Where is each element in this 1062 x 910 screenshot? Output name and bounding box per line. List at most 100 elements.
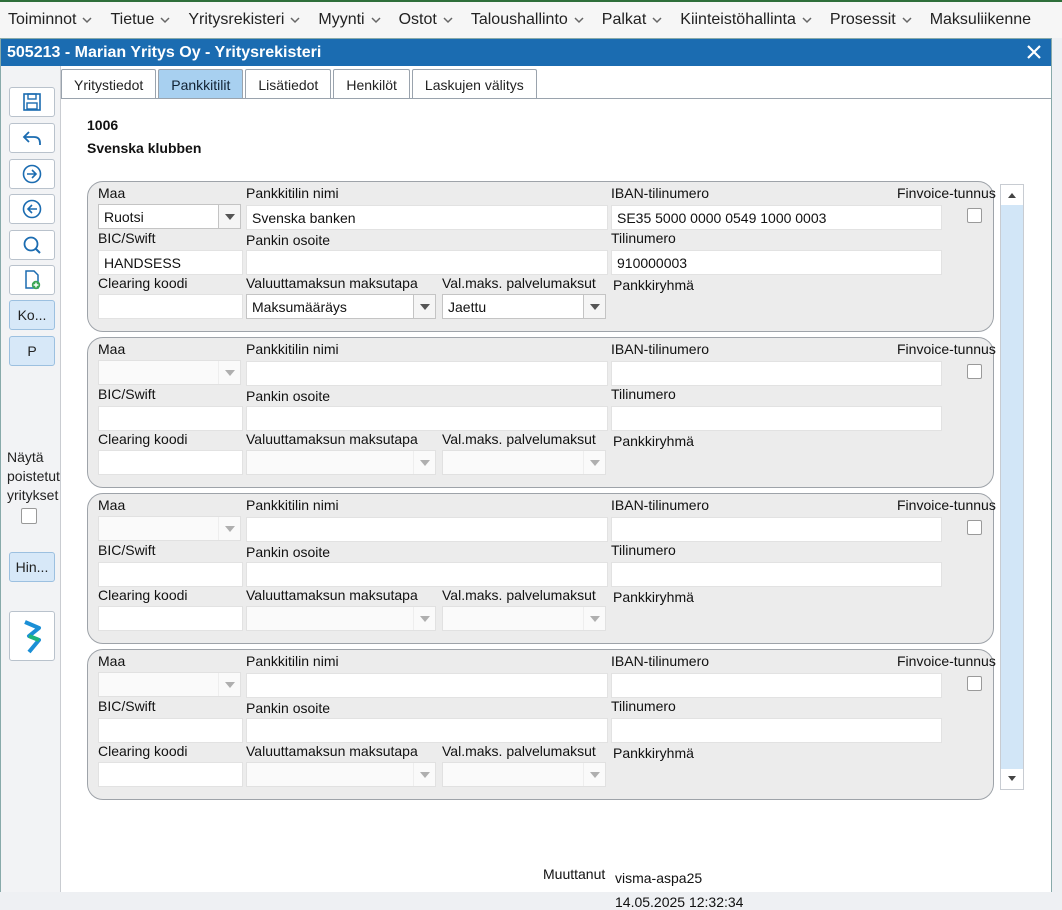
account-number-input[interactable] (611, 718, 942, 743)
label-finvoice: Finvoice-tunnus (897, 185, 996, 201)
bic-input[interactable] (98, 718, 243, 743)
iban-input[interactable]: SE35 5000 0000 0549 1000 0003 (611, 205, 942, 230)
account-name-input[interactable] (246, 673, 608, 698)
window-titlebar: 505213 - Marian Yritys Oy - Yritysrekist… (1, 39, 1051, 66)
account-name-input[interactable] (246, 517, 608, 542)
next-record-button[interactable] (9, 159, 55, 189)
menu-prosessit[interactable]: Prosessit (822, 2, 922, 38)
vertical-scrollbar[interactable] (1000, 184, 1024, 790)
service-fees-select[interactable] (442, 762, 606, 787)
clearing-code-input[interactable] (98, 294, 243, 319)
clearing-code-input[interactable] (98, 762, 243, 787)
menu-tietue[interactable]: Tietue (102, 2, 180, 38)
payment-method-select[interactable]: Maksumääräys (246, 294, 436, 319)
service-fees-select[interactable] (442, 606, 606, 631)
scroll-up-arrow-icon[interactable] (1001, 185, 1023, 205)
dropdown-arrow-icon[interactable] (218, 673, 240, 696)
dropdown-arrow-icon[interactable] (583, 451, 605, 474)
account-name-input[interactable]: Svenska banken (246, 205, 608, 230)
bank-account-group: Maa Pankkitilin nimi IBAN-tilinumero Finvoi… (87, 493, 996, 644)
menu-ostot[interactable]: Ostot (391, 2, 463, 38)
label-maa: Maa (98, 653, 126, 669)
bank-address-input[interactable] (246, 562, 608, 587)
label-iban: IBAN-tilinumero (611, 185, 710, 201)
menu-kiinteistohallinta[interactable]: Kiinteistöhallinta (672, 2, 822, 38)
label-bic: BIC/Swift (98, 542, 156, 558)
account-name-input[interactable] (246, 361, 608, 386)
tab-yritystiedot[interactable]: Yritystiedot (61, 69, 157, 99)
dropdown-arrow-icon[interactable] (413, 295, 435, 318)
finvoice-checkbox[interactable] (967, 364, 982, 379)
bic-input[interactable] (98, 406, 243, 431)
undo-button[interactable] (9, 123, 55, 153)
label-finvoice: Finvoice-tunnus (897, 341, 996, 357)
service-fees-select[interactable] (442, 450, 606, 475)
menu-label: Ostot (398, 11, 437, 28)
bank-account-group: Maa Pankkitilin nimi IBAN-tilinumero Finvoi… (87, 181, 996, 332)
dropdown-arrow-icon[interactable] (218, 361, 240, 384)
payment-method-select[interactable] (246, 450, 436, 475)
search-button[interactable] (9, 230, 55, 260)
country-select[interactable] (98, 516, 241, 541)
bank-address-input[interactable] (246, 250, 608, 275)
country-select[interactable] (98, 360, 241, 385)
menu-maksuliikenne[interactable]: Maksuliikenne (922, 2, 1040, 38)
bank-address-input[interactable] (246, 718, 608, 743)
label-palvelumaksut: Val.maks. palvelumaksut (442, 743, 596, 759)
previous-record-button[interactable] (9, 194, 55, 224)
country-select[interactable] (98, 672, 241, 697)
chevron-down-icon (371, 17, 381, 24)
hin-button[interactable]: Hin... (9, 552, 55, 582)
scroll-down-arrow-icon[interactable] (1001, 769, 1023, 789)
label-tilinumero: Tilinumero (611, 542, 676, 558)
finvoice-checkbox[interactable] (967, 208, 982, 223)
menu-taloushallinto[interactable]: Taloushallinto (463, 2, 594, 38)
dropdown-arrow-icon[interactable] (218, 517, 240, 540)
iban-input[interactable] (611, 673, 942, 698)
menu-palkat[interactable]: Palkat (594, 2, 672, 38)
ko-button[interactable]: Ko... (9, 300, 55, 330)
dropdown-arrow-icon[interactable] (583, 295, 605, 318)
bank-address-input[interactable] (246, 406, 608, 431)
account-number-input[interactable] (611, 406, 942, 431)
tab-lisatiedot[interactable]: Lisätiedot (245, 69, 332, 99)
new-record-button[interactable] (9, 265, 55, 295)
service-fees-select[interactable]: Jaettu (442, 294, 606, 319)
account-number-input[interactable]: 910000003 (611, 250, 942, 275)
tab-henkilot[interactable]: Henkilöt (333, 69, 410, 99)
finvoice-checkbox[interactable] (967, 676, 982, 691)
payment-method-select[interactable] (246, 606, 436, 631)
close-icon[interactable] (1025, 43, 1043, 61)
tab-pankkitilit[interactable]: Pankkitilit (158, 69, 244, 99)
label-maa: Maa (98, 497, 126, 513)
dropdown-arrow-icon[interactable] (413, 451, 435, 474)
chevron-down-icon (902, 17, 912, 24)
country-select[interactable]: Ruotsi (98, 204, 241, 229)
dropdown-arrow-icon[interactable] (218, 205, 240, 228)
label-bic: BIC/Swift (98, 230, 156, 246)
iban-input[interactable] (611, 517, 942, 542)
arrow-left-circle-icon (22, 199, 42, 219)
tab-laskujen-valitys[interactable]: Laskujen välitys (411, 69, 537, 99)
bic-input[interactable] (98, 562, 243, 587)
save-button[interactable] (9, 87, 55, 117)
dropdown-arrow-icon[interactable] (583, 607, 605, 630)
menu-yritysrekisteri[interactable]: Yritysrekisteri (180, 2, 310, 38)
iban-input[interactable] (611, 361, 942, 386)
menu-myynti[interactable]: Myynti (310, 2, 390, 38)
dropdown-arrow-icon[interactable] (413, 607, 435, 630)
app-logo-button[interactable] (9, 611, 55, 661)
menu-toiminnot[interactable]: Toiminnot (0, 2, 102, 38)
show-deleted-checkbox[interactable] (21, 508, 37, 524)
payment-method-select[interactable] (246, 762, 436, 787)
dropdown-arrow-icon[interactable] (583, 763, 605, 786)
clearing-code-input[interactable] (98, 450, 243, 475)
account-number-input[interactable] (611, 562, 942, 587)
clearing-code-input[interactable] (98, 606, 243, 631)
chevron-down-icon (160, 17, 170, 24)
dropdown-arrow-icon[interactable] (413, 763, 435, 786)
label-finvoice: Finvoice-tunnus (897, 653, 996, 669)
finvoice-checkbox[interactable] (967, 520, 982, 535)
bic-input[interactable]: HANDSESS (98, 250, 243, 275)
p-button[interactable]: P (9, 336, 55, 366)
